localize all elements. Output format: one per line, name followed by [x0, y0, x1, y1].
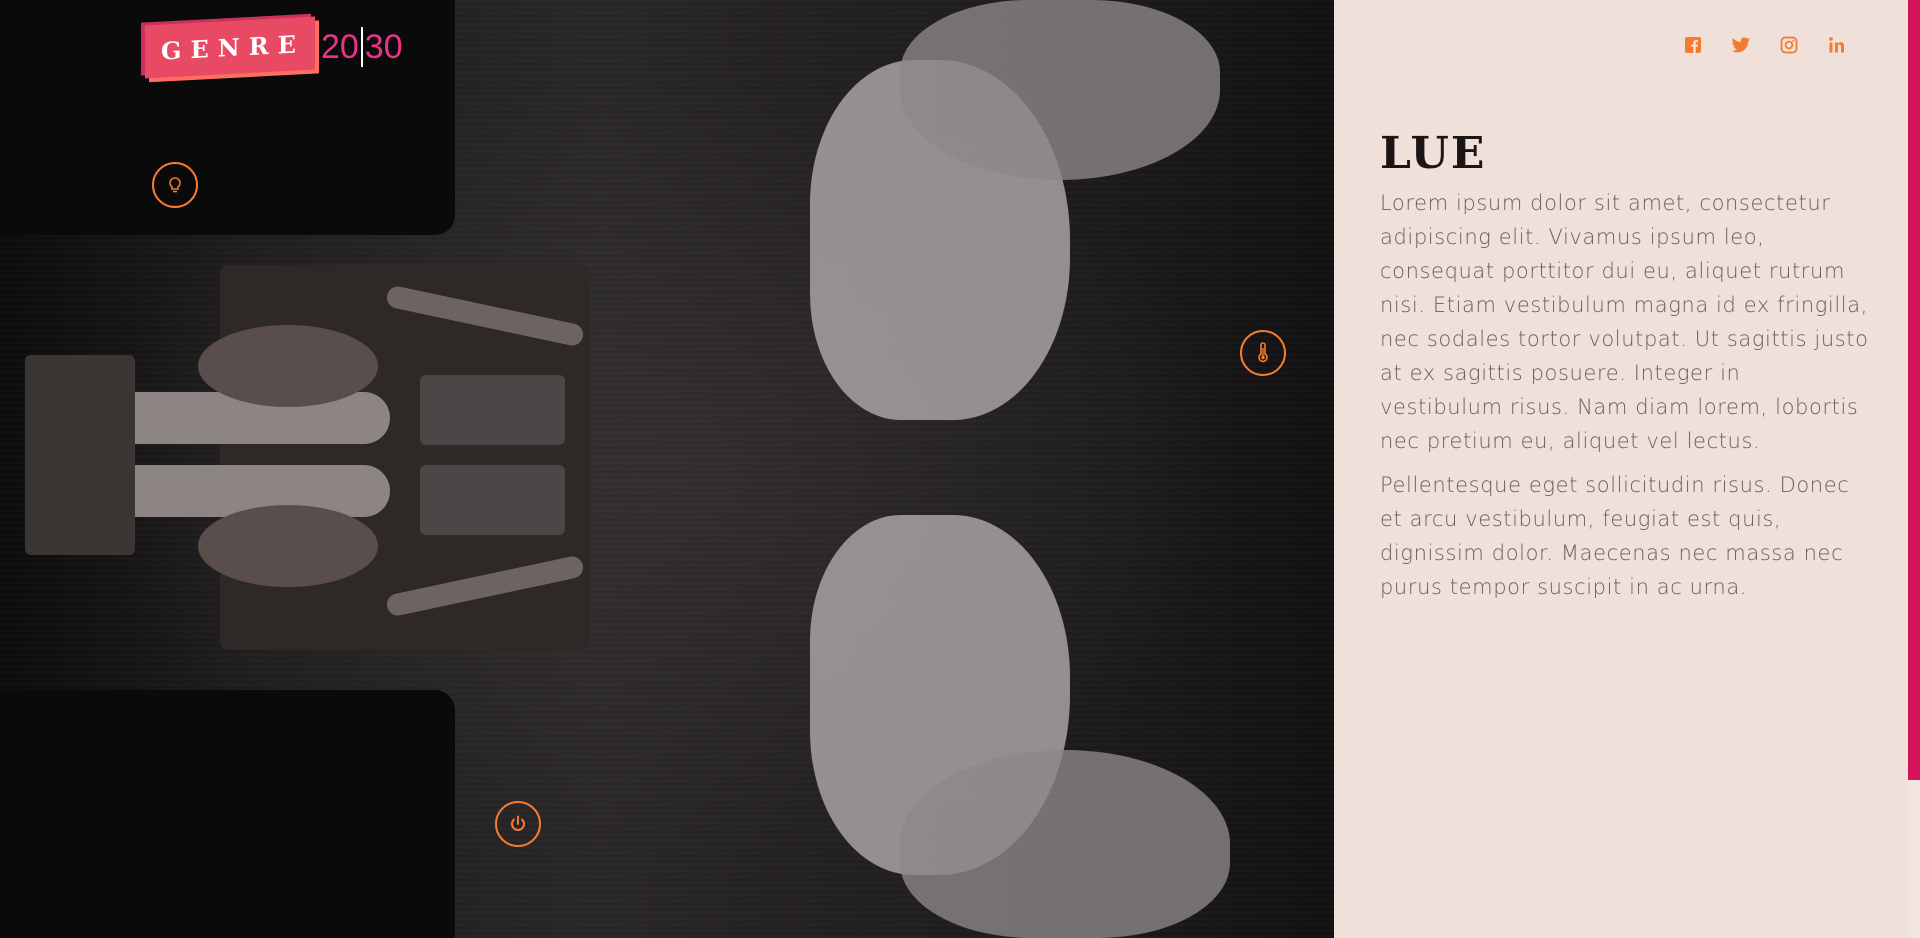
paragraph: Lorem ipsum dolor sit amet, consectetur … [1380, 191, 1869, 453]
facebook-icon [1685, 37, 1701, 53]
facebook-link[interactable] [1682, 34, 1704, 56]
logo-year-divider [360, 27, 363, 67]
content-body: Lorem ipsum dolor sit amet, consectetur … [1380, 186, 1870, 614]
clipper-blade-top [420, 375, 565, 445]
brand-logo[interactable]: GENRE 20 30 [145, 12, 403, 82]
towel-top-fold [900, 0, 1220, 180]
bottom-left-mat [0, 690, 455, 938]
logo-year: 20 30 [321, 27, 403, 67]
lightbulb-icon [169, 177, 181, 193]
power-hotspot[interactable] [495, 801, 541, 847]
twitter-icon [1732, 37, 1750, 53]
social-links [1682, 34, 1848, 56]
logo-year-left: 20 [320, 27, 359, 66]
thermometer-hotspot[interactable] [1240, 330, 1286, 376]
power-icon [511, 815, 525, 831]
scrollbar-thumb[interactable] [1908, 0, 1920, 780]
brush-head-bottom [198, 505, 378, 587]
logo-wordmark: GENRE [145, 16, 315, 78]
page-title: LUE [1380, 128, 1487, 179]
paragraph: Pellentesque eget sollicitudin risus. Do… [1380, 473, 1850, 599]
comb-left [25, 355, 135, 555]
towel-bottom-fold [900, 750, 1230, 938]
lightbulb-hotspot[interactable] [152, 162, 198, 208]
brush-head-top [198, 325, 378, 407]
scrollbar[interactable] [1908, 0, 1920, 938]
hero-image: GENRE 20 30 [0, 0, 1334, 938]
linkedin-link[interactable] [1826, 34, 1848, 56]
thermometer-icon [1258, 342, 1268, 363]
brush-handle-bottom [90, 465, 390, 517]
content-panel: LUE Lorem ipsum dolor sit amet, consecte… [1334, 0, 1908, 938]
instagram-icon [1780, 36, 1798, 54]
twitter-link[interactable] [1730, 34, 1752, 56]
instagram-link[interactable] [1778, 34, 1800, 56]
logo-year-right: 30 [364, 27, 403, 66]
linkedin-icon [1829, 37, 1844, 53]
clipper-blade-bottom [420, 465, 565, 535]
